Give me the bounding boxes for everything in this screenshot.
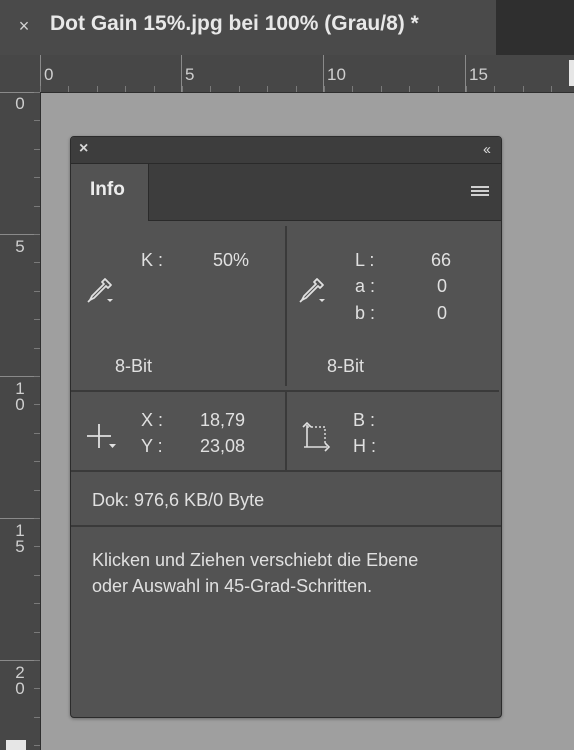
horizontal-ruler[interactable]: 0 5 10 15	[40, 55, 574, 93]
lab-a-value: 0	[436, 276, 447, 296]
ruler-minor-tick	[182, 86, 183, 92]
eyedropper-icon[interactable]	[297, 275, 329, 307]
ruler-label: 10	[327, 65, 346, 84]
ruler-minor-tick	[34, 490, 40, 491]
ruler-minor-tick	[381, 86, 382, 92]
ruler-minor-tick	[34, 404, 40, 405]
close-icon[interactable]: ×	[79, 140, 88, 158]
ruler-minor-tick	[34, 461, 40, 462]
divider	[71, 470, 501, 472]
ruler-minor-tick	[154, 86, 155, 92]
ruler-minor-tick	[34, 660, 40, 661]
ruler-minor-tick	[34, 376, 40, 377]
lab-a-label: a :	[355, 276, 376, 296]
panel-tab-row: Info	[71, 164, 501, 221]
ruler-minor-tick	[466, 86, 467, 92]
info-panel: × ‹‹ Info K : 50% 8-Bit L : 66 a : 0 b :…	[70, 136, 502, 718]
document-tab[interactable]: × Dot Gain 15%.jpg bei 100% (Grau/8) *	[0, 0, 496, 55]
ruler-minor-tick	[34, 745, 40, 746]
lab-b-value: 0	[436, 303, 447, 323]
x-label: X :	[141, 410, 164, 430]
ruler-minor-tick	[34, 319, 40, 320]
ruler-minor-tick	[438, 86, 439, 92]
ruler-minor-tick	[494, 86, 495, 92]
ruler-minor-tick	[34, 92, 40, 93]
panel-header[interactable]: × ‹‹	[71, 137, 501, 164]
ruler-minor-tick	[34, 603, 40, 604]
divider	[285, 392, 287, 470]
ruler-label: 5	[185, 65, 195, 84]
ruler-minor-tick	[34, 234, 40, 235]
ruler-minor-tick	[34, 262, 40, 263]
lab-l-label: L :	[355, 250, 375, 270]
tab-info-label: Info	[90, 179, 125, 200]
ruler-minor-tick	[409, 86, 410, 92]
ruler-label: 0	[44, 65, 54, 84]
ruler-label: 10	[15, 379, 25, 414]
ruler-minor-tick	[239, 86, 240, 92]
ruler-edge-marker	[6, 740, 26, 750]
ruler-minor-tick	[34, 348, 40, 349]
ruler-minor-tick	[34, 433, 40, 434]
document-title[interactable]: Dot Gain 15%.jpg bei 100% (Grau/8) *	[50, 12, 419, 36]
ruler-minor-tick	[34, 546, 40, 547]
x-value: 18,79	[199, 410, 245, 430]
bit-depth-right: 8-Bit	[327, 356, 365, 376]
panel-menu-icon[interactable]	[471, 186, 489, 198]
ruler-minor-tick	[34, 575, 40, 576]
document-tab-bar: × Dot Gain 15%.jpg bei 100% (Grau/8) *	[0, 0, 574, 55]
lab-l-value: 66	[430, 250, 451, 270]
ruler-minor-tick	[97, 86, 98, 92]
height-label: H :	[353, 436, 377, 456]
ruler-minor-tick	[125, 86, 126, 92]
ruler-label: 5	[15, 237, 25, 256]
ruler-edge-marker	[569, 60, 574, 86]
ruler-minor-tick	[68, 86, 69, 92]
lab-b-label: b :	[355, 303, 376, 323]
document-size-status: Dok: 976,6 KB/0 Byte	[92, 490, 265, 510]
tab-info[interactable]: Info	[71, 164, 149, 221]
ruler-minor-tick	[34, 206, 40, 207]
ruler-minor-tick	[352, 86, 353, 92]
ruler-minor-tick	[34, 149, 40, 150]
tab-close-icon[interactable]: ×	[14, 15, 34, 37]
selection-size-icon[interactable]	[299, 421, 331, 453]
ruler-label: 15	[469, 65, 488, 84]
ruler-minor-tick	[267, 86, 268, 92]
y-label: Y :	[141, 436, 163, 456]
vertical-ruler[interactable]: 0 5 10 15 20	[0, 92, 41, 750]
ruler-minor-tick	[34, 177, 40, 178]
ruler-label: 15	[15, 521, 25, 556]
ruler-label: 20	[15, 663, 25, 698]
ruler-minor-tick	[324, 86, 325, 92]
tool-hint: Klicken und Ziehen verschiebt die Ebene …	[92, 550, 419, 596]
ruler-minor-tick	[34, 518, 40, 519]
ruler-label: 0	[15, 94, 25, 113]
ruler-minor-tick	[34, 632, 40, 633]
ruler-minor-tick	[34, 688, 40, 689]
ruler-minor-tick	[210, 86, 211, 92]
channel-k-value: 50%	[212, 250, 249, 270]
collapse-icon[interactable]: ‹‹	[483, 141, 491, 158]
width-label: B :	[353, 410, 376, 430]
ruler-corner[interactable]	[0, 55, 40, 93]
channel-k-label: K :	[141, 250, 164, 270]
ruler-minor-tick	[523, 86, 524, 92]
divider	[285, 226, 287, 386]
crosshair-icon[interactable]	[85, 422, 119, 452]
ruler-minor-tick	[34, 120, 40, 121]
ruler-minor-tick	[34, 291, 40, 292]
ruler-minor-tick	[34, 717, 40, 718]
ruler-minor-tick	[551, 86, 552, 92]
y-value: 23,08	[199, 436, 245, 456]
divider	[71, 525, 501, 527]
eyedropper-icon[interactable]	[85, 275, 117, 307]
ruler-minor-tick	[296, 86, 297, 92]
bit-depth-left: 8-Bit	[115, 356, 153, 376]
